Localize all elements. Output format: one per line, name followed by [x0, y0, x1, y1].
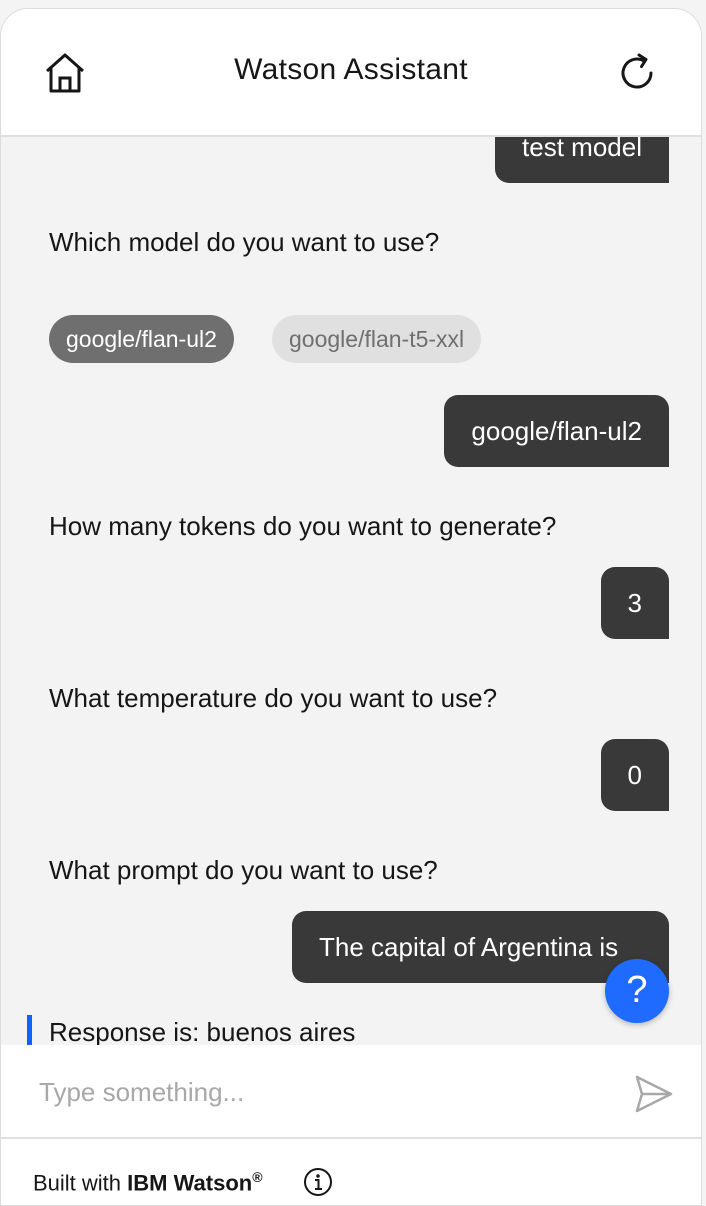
- user-message: 3: [600, 567, 669, 639]
- help-button[interactable]: ?: [605, 959, 669, 1023]
- info-icon[interactable]: [303, 1167, 333, 1197]
- bot-message: What prompt do you want to use?: [49, 855, 438, 885]
- response-indicator: [27, 1015, 32, 1045]
- bot-message: How many tokens do you want to generate?: [49, 511, 557, 541]
- chat-log[interactable]: test model Which model do you want to us…: [1, 137, 701, 1045]
- option-chip-flan-ul2[interactable]: google/flan-ul2: [49, 315, 234, 363]
- user-message: 0: [600, 739, 669, 811]
- chat-window: Watson Assistant test model Which model …: [0, 8, 702, 1206]
- send-icon[interactable]: [633, 1073, 675, 1115]
- footer: Built with IBM Watson®: [1, 1139, 701, 1205]
- built-with-text: Built with: [33, 1170, 122, 1196]
- message-input-area: [1, 1045, 701, 1139]
- bot-message: Which model do you want to use?: [49, 227, 440, 257]
- refresh-icon[interactable]: [613, 49, 661, 97]
- registered-mark: ®: [252, 1169, 263, 1185]
- brand-name: IBM Watson: [127, 1170, 253, 1196]
- option-chip-flan-t5-xxl[interactable]: google/flan-t5-xxl: [272, 315, 482, 363]
- user-message: test model: [495, 137, 669, 183]
- bot-message: What temperature do you want to use?: [49, 683, 498, 713]
- header: Watson Assistant: [1, 9, 701, 137]
- user-message: google/flan-ul2: [444, 395, 669, 467]
- built-with-label: Built with IBM Watson®: [33, 1169, 263, 1196]
- header-title: Watson Assistant: [234, 53, 468, 86]
- message-input[interactable]: [37, 1067, 601, 1117]
- bot-response: Response is: buenos aires: [49, 1017, 356, 1045]
